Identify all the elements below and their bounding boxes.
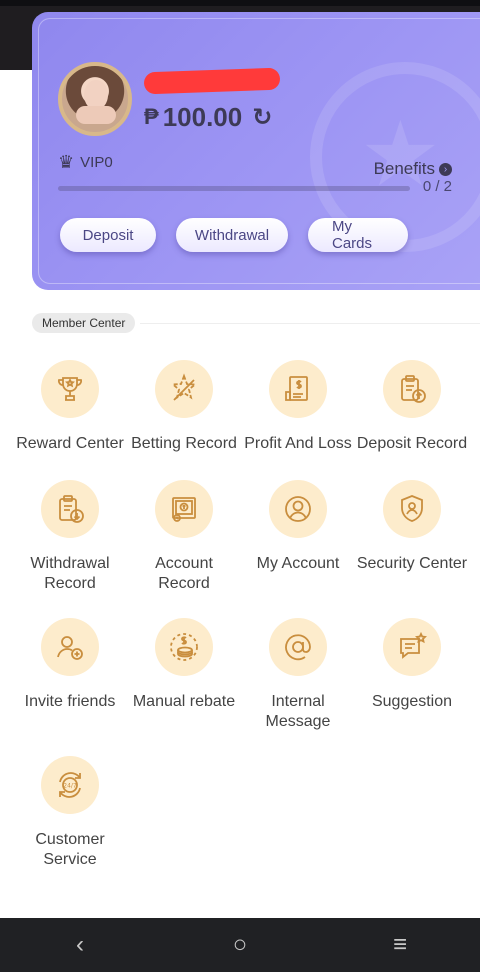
grid-label: Profit And Loss <box>244 435 352 452</box>
vip-progress-text: 0 / 2 <box>422 178 452 195</box>
grid-item-security-center[interactable]: Security Center <box>355 480 469 574</box>
vip-badge: ♛ VIP0 <box>58 152 113 173</box>
support-24-7-icon: 24/7 <box>41 756 99 814</box>
grid-item-suggestion[interactable]: Suggestion <box>355 618 469 712</box>
chevron-right-icon: › <box>439 162 452 176</box>
receipt-dollar-icon <box>269 360 327 418</box>
account-record-icon <box>155 480 213 538</box>
home-icon[interactable]: ○ <box>210 931 270 959</box>
system-nav-bar: ‹ ○ ≡ <box>0 918 480 972</box>
grid-label: Account Record <box>155 555 213 592</box>
back-icon[interactable]: ‹ <box>50 931 110 959</box>
grid-label: Manual rebate <box>132 693 236 710</box>
grid-label: Deposit Record <box>356 435 468 452</box>
grid-label: Security Center <box>356 555 468 572</box>
grid-item-withdrawal-record[interactable]: Withdrawal Record <box>13 480 127 594</box>
grid-label: My Account <box>256 555 340 572</box>
grid-item-reward-center[interactable]: Reward Center <box>13 360 127 454</box>
benefits-label: Benefits <box>373 159 435 178</box>
betting-star-icon <box>155 360 213 418</box>
withdrawal-button[interactable]: Withdrawal <box>176 218 288 252</box>
grid-item-profit-and-loss[interactable]: Profit And Loss <box>241 360 355 454</box>
avatar-hand <box>76 106 116 124</box>
grid-label: Invite friends <box>24 693 116 710</box>
grid-item-manual-rebate[interactable]: Manual rebate <box>127 618 241 712</box>
vip-progress-bar <box>58 186 410 191</box>
member-center-label: Member Center <box>32 313 136 333</box>
grid-label: Betting Record <box>131 435 237 452</box>
balance-display: ₱ 100.00 ↻ <box>144 102 272 132</box>
grid-item-deposit-record[interactable]: Deposit Record <box>355 360 469 454</box>
deposit-button[interactable]: Deposit <box>60 218 156 252</box>
section-divider <box>140 323 480 324</box>
at-sign-icon <box>269 618 327 676</box>
coin-stack-icon <box>155 618 213 676</box>
grid-label: Withdrawal Record <box>30 555 110 592</box>
svg-text:24/7: 24/7 <box>63 783 77 790</box>
recents-menu-icon[interactable]: ≡ <box>370 931 430 959</box>
grid-label: Internal Message <box>265 693 331 730</box>
grid-label: Suggestion <box>371 693 453 710</box>
grid-label: Reward Center <box>16 435 124 452</box>
clipboard-up-icon <box>383 360 441 418</box>
profile-card: ₱ 100.00 ↻ ♛ VIP0 Benefits › 0 / 2 Depos… <box>32 12 480 290</box>
user-circle-icon <box>269 480 327 538</box>
status-strip <box>0 0 480 6</box>
trophy-icon <box>41 360 99 418</box>
grid-item-invite-friends[interactable]: Invite friends <box>13 618 127 712</box>
chat-star-icon <box>383 618 441 676</box>
grid-item-betting-record[interactable]: Betting Record <box>127 360 241 454</box>
grid-item-internal-message[interactable]: Internal Message <box>241 618 355 732</box>
refresh-icon[interactable]: ↻ <box>252 103 272 132</box>
balance-amount: 100.00 <box>162 101 243 132</box>
grid-label: Customer Service <box>35 831 105 868</box>
grid-item-customer-service[interactable]: 24/7 Customer Service <box>13 756 127 870</box>
invite-user-icon <box>41 618 99 676</box>
shield-user-icon <box>383 480 441 538</box>
grid-item-account-record[interactable]: Account Record <box>127 480 241 594</box>
crown-icon: ♛ <box>58 152 75 172</box>
vip-level: VIP0 <box>80 154 113 171</box>
avatar[interactable] <box>58 62 132 136</box>
peso-icon: ₱ <box>144 104 159 129</box>
clipboard-down-icon <box>41 480 99 538</box>
grid-item-my-account[interactable]: My Account <box>241 480 355 574</box>
my-cards-button[interactable]: My Cards <box>308 218 408 252</box>
action-buttons: Deposit Withdrawal My Cards <box>60 218 408 252</box>
benefits-link[interactable]: Benefits › <box>374 159 452 179</box>
